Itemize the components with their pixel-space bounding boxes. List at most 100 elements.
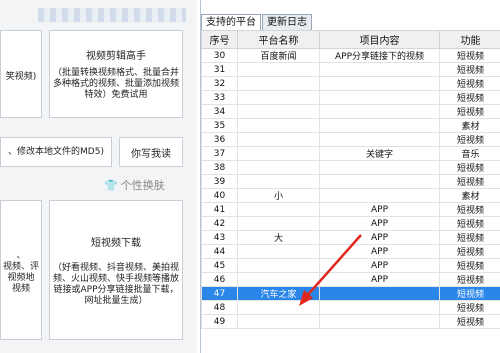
- card-tts[interactable]: 你写我读: [119, 137, 183, 167]
- table-cell-func: 短视频: [439, 272, 500, 287]
- table-row[interactable]: 44 APP 短视频: [201, 244, 500, 259]
- tab-bar: 支持的平台 更新日志: [201, 14, 313, 30]
- table-cell-content: [319, 300, 440, 315]
- table-row[interactable]: 49 短视频: [201, 314, 500, 329]
- table-cell-no: 44: [201, 244, 238, 259]
- table-cell-no: 41: [201, 202, 238, 217]
- table-cell-content: 关键字: [319, 146, 440, 161]
- table-cell-name: [237, 160, 320, 175]
- table-cell-name: [237, 258, 320, 273]
- col-header-no[interactable]: 序号: [201, 30, 238, 49]
- table-cell-func: 短视频: [439, 314, 500, 329]
- table-row[interactable]: 47 汽车之家 短视频: [201, 286, 500, 301]
- tab-supported-platforms[interactable]: 支持的平台: [201, 14, 261, 30]
- table-row[interactable]: 38 短视频: [201, 160, 500, 175]
- table-row[interactable]: 41 APP 短视频: [201, 202, 500, 217]
- table-cell-func: 短视频: [439, 300, 500, 315]
- table-cell-func: 短视频: [439, 90, 500, 105]
- table-cell-content: [319, 104, 440, 119]
- table-row[interactable]: 39 短视频: [201, 174, 500, 189]
- card-title: 短视频下载: [91, 237, 141, 249]
- table-cell-name: 汽车之家: [237, 286, 320, 301]
- right-panel: 支持的平台 更新日志 序号 平台名称 项目内容 功能 30 百度新闻 APP分享链接…: [200, 0, 500, 353]
- tab-changelog[interactable]: 更新日志: [262, 14, 312, 30]
- table-cell-content: [319, 286, 440, 301]
- col-header-function[interactable]: 功能: [439, 30, 500, 49]
- card-sub: 、修改本地文件的MD5): [8, 146, 104, 157]
- table-row[interactable]: 36 短视频: [201, 132, 500, 147]
- col-header-platform[interactable]: 平台名称: [237, 30, 320, 49]
- table-cell-no: 33: [201, 90, 238, 105]
- table-cell-name: [237, 300, 320, 315]
- table-row[interactable]: 46 APP 短视频: [201, 272, 500, 287]
- table-cell-name: 小: [237, 188, 320, 203]
- card-sub: 、 视频、评 视频地 视频: [2, 251, 39, 294]
- card-left-partial[interactable]: 、 视频、评 视频地 视频: [0, 200, 42, 340]
- table-cell-name: [237, 272, 320, 287]
- table-cell-no: 38: [201, 160, 238, 175]
- table-cell-content: [319, 174, 440, 189]
- table-cell-name: [237, 146, 320, 161]
- table-cell-func: 短视频: [439, 174, 500, 189]
- table-cell-name: [237, 314, 320, 329]
- card-funny-video[interactable]: 笑视频): [0, 30, 42, 118]
- table-cell-name: [237, 132, 320, 147]
- table-cell-func: 短视频: [439, 202, 500, 217]
- table-cell-no: 48: [201, 300, 238, 315]
- table-cell-name: [237, 216, 320, 231]
- table-cell-name: [237, 202, 320, 217]
- table-row[interactable]: 42 APP 短视频: [201, 216, 500, 231]
- table-cell-content: [319, 76, 440, 91]
- table-cell-content: [319, 314, 440, 329]
- table-cell-no: 43: [201, 230, 238, 245]
- table-cell-func: 短视频: [439, 160, 500, 175]
- card-sub: 笑视频): [5, 71, 37, 82]
- table-cell-func: 素材: [439, 188, 500, 203]
- blurred-header: [38, 8, 186, 22]
- table-row[interactable]: 32 短视频: [201, 76, 500, 91]
- table-row[interactable]: 33 短视频: [201, 90, 500, 105]
- table-row[interactable]: 35 素材: [201, 118, 500, 133]
- table-cell-name: [237, 90, 320, 105]
- table-cell-content: [319, 160, 440, 175]
- table-cell-func: 短视频: [439, 48, 500, 63]
- table-cell-content: APP: [319, 244, 440, 259]
- table-cell-content: APP: [319, 258, 440, 273]
- left-panel: 笑视频) 视频剪辑高手 （批量转换视频格式、批量合并多种格式的视频、批量添加视频…: [0, 0, 197, 353]
- table-row[interactable]: 37 关键字 音乐: [201, 146, 500, 161]
- table-cell-name: [237, 104, 320, 119]
- card-title: 视频剪辑高手: [86, 51, 146, 62]
- table-cell-content: APP: [319, 272, 440, 287]
- table-row[interactable]: 30 百度新闻 APP分享链接下的视频 短视频: [201, 48, 500, 63]
- table-row[interactable]: 31 短视频: [201, 62, 500, 77]
- tshirt-icon: 👕: [104, 178, 118, 192]
- card-short-video-download[interactable]: 短视频下载 （好看视频、抖音视频、美拍视频、火山视频、快手视频等播放链接或APP…: [49, 200, 183, 340]
- table-cell-no: 32: [201, 76, 238, 91]
- table-cell-content: [319, 132, 440, 147]
- col-header-content[interactable]: 项目内容: [319, 30, 440, 49]
- table-cell-no: 35: [201, 118, 238, 133]
- skin-label: 个性换肤: [120, 179, 165, 192]
- table-row[interactable]: 43 大 APP 短视频: [201, 230, 500, 245]
- table-row[interactable]: 34 短视频: [201, 104, 500, 119]
- table-row[interactable]: 48 短视频: [201, 300, 500, 315]
- table-cell-func: 短视频: [439, 76, 500, 91]
- table-cell-content: APP: [319, 216, 440, 231]
- table-cell-no: 34: [201, 104, 238, 119]
- table-cell-func: 短视频: [439, 132, 500, 147]
- table-cell-no: 31: [201, 62, 238, 77]
- card-video-editor[interactable]: 视频剪辑高手 （批量转换视频格式、批量合并多种格式的视频、批量添加视频特效）免费…: [49, 30, 183, 118]
- table-cell-no: 47: [201, 286, 238, 301]
- table-row[interactable]: 45 APP 短视频: [201, 258, 500, 273]
- table-cell-content: APP: [319, 202, 440, 217]
- table-cell-name: [237, 76, 320, 91]
- table-header-row: 序号 平台名称 项目内容 功能: [201, 30, 500, 49]
- card-sub: （好看视频、抖音视频、美拍视频、火山视频、快手视频等播放链接或APP分享链接批量…: [52, 262, 179, 306]
- card-md5[interactable]: 、修改本地文件的MD5): [0, 137, 112, 167]
- table-cell-func: 短视频: [439, 286, 500, 301]
- table-cell-func: 短视频: [439, 258, 500, 273]
- skin-button[interactable]: 👕 个性换肤: [104, 177, 165, 193]
- table-row[interactable]: 40 小 素材: [201, 188, 500, 203]
- table-cell-func: 短视频: [439, 244, 500, 259]
- table-cell-no: 30: [201, 48, 238, 63]
